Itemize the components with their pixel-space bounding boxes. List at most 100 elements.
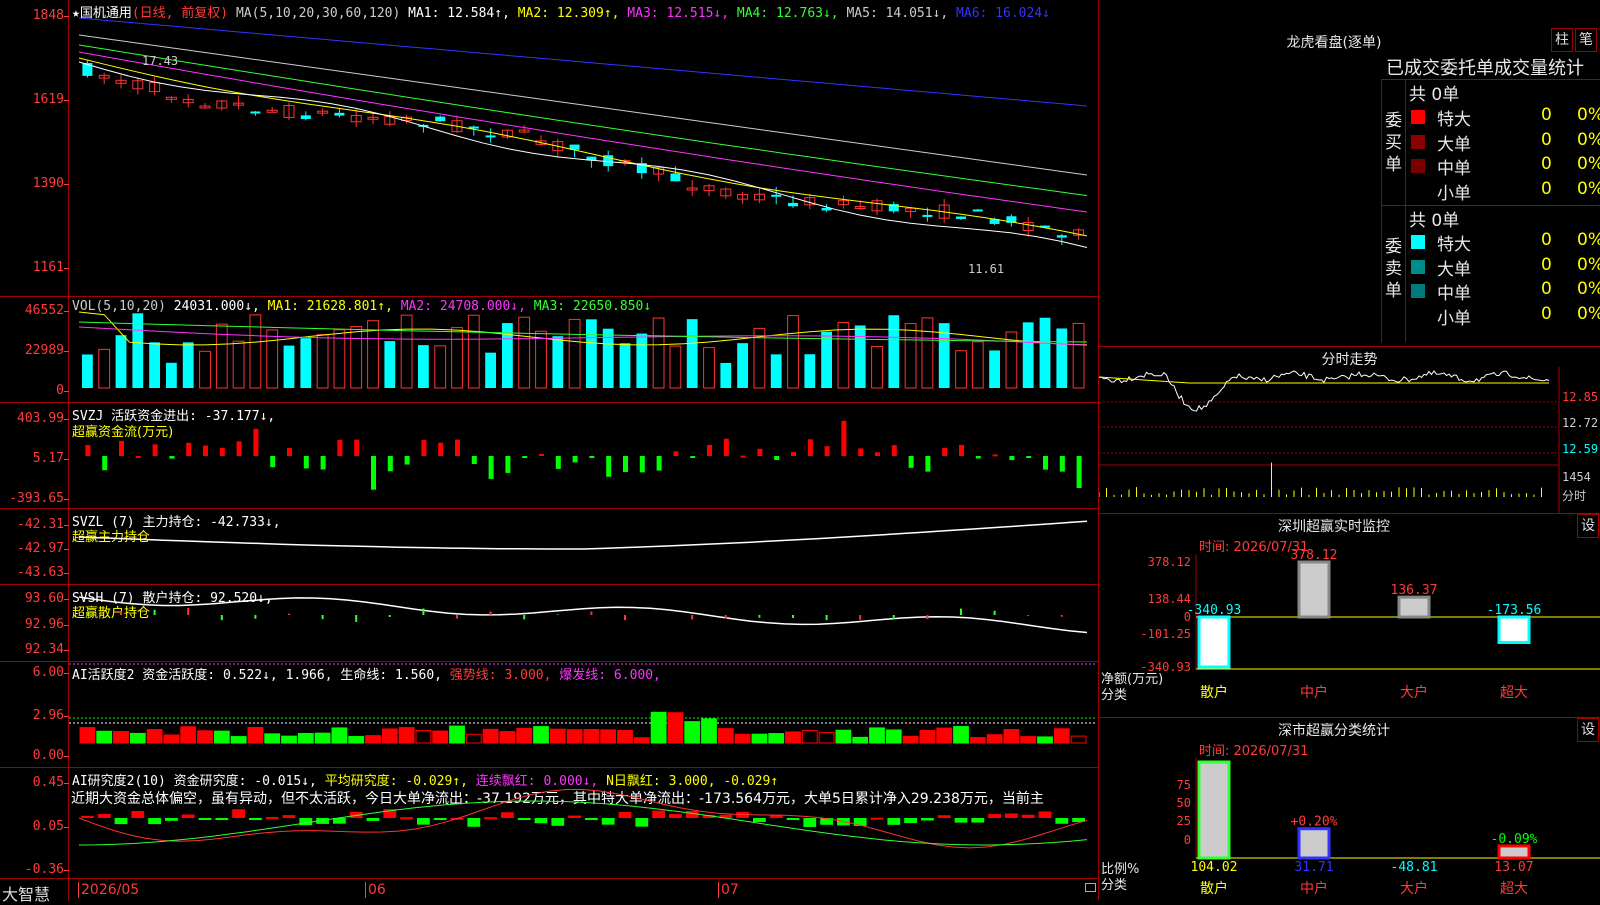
svsh-pane[interactable]: 93.60 92.96 92.34 SVSH (7) 散户持仓: 92.520↓… bbox=[0, 585, 1098, 662]
activity-bar bbox=[835, 729, 852, 744]
research-bar bbox=[568, 815, 581, 818]
classify-panel[interactable]: 深市超赢分类统计 设 时间: 2026/07/31 75 50 25 0 104.02 散… bbox=[1099, 718, 1600, 900]
fund-flow-bar bbox=[875, 452, 880, 456]
activity-bar bbox=[79, 727, 96, 744]
activity-bar bbox=[449, 725, 465, 744]
classify-value-label: -48.81 bbox=[1391, 860, 1438, 875]
fund-flow-bar bbox=[337, 439, 343, 456]
fund-flow-bar bbox=[404, 456, 410, 465]
ai-research-tick: 0.45 bbox=[32, 775, 70, 790]
fund-flow-bar bbox=[203, 445, 208, 456]
svzl-tick: -42.97 bbox=[17, 541, 69, 556]
fund-flow-bar bbox=[707, 444, 712, 456]
volume-bar bbox=[98, 348, 111, 389]
bar-mode-button[interactable]: 柱 bbox=[1551, 28, 1573, 52]
activity-bar bbox=[213, 730, 230, 744]
candlestick-pane[interactable]: 1848 1619 1390 1161 ★国机通用(日线, 前复权) MA(5,… bbox=[0, 0, 1098, 297]
volume-bar bbox=[837, 321, 850, 389]
research-bar bbox=[937, 815, 951, 818]
research-bar bbox=[585, 818, 598, 820]
research-bar bbox=[131, 810, 145, 818]
ma-line bbox=[78, 57, 1088, 237]
volume-bar bbox=[418, 345, 429, 388]
volume-chart bbox=[78, 311, 1088, 389]
volume-bar bbox=[1022, 322, 1034, 388]
realtime-monitor-panel[interactable]: 深圳超赢实时监控 设 时间: 2026/07/31 378.12 138.44 0-… bbox=[1099, 514, 1600, 718]
fund-flow-bar bbox=[925, 456, 931, 472]
fund-flow-bar bbox=[219, 447, 225, 456]
date-axis[interactable]: 大智慧 2026/05 06 07 bbox=[0, 878, 1098, 904]
volume-bar bbox=[518, 316, 531, 389]
tick-mode-button[interactable]: 笔 bbox=[1575, 28, 1597, 52]
ai-activity-tick: 2.96 bbox=[32, 708, 70, 723]
fund-flow-bar bbox=[975, 456, 981, 459]
vertical-label-char: 委 bbox=[1385, 111, 1402, 131]
buy-block bbox=[1405, 79, 1406, 205]
fund-flow-bar bbox=[774, 456, 780, 461]
fund-flow-bar bbox=[1059, 456, 1065, 472]
fund-flow-bar bbox=[119, 440, 124, 456]
activity-bar bbox=[1020, 736, 1037, 744]
volume-bar bbox=[467, 314, 480, 389]
volume-pane[interactable]: 46552 22989 0 VOL(5,10,20) 24031.000↓, M… bbox=[0, 297, 1098, 403]
candle-body bbox=[788, 202, 798, 207]
retail-holding-line bbox=[78, 596, 1088, 634]
research-bar bbox=[417, 818, 430, 825]
volume-bar bbox=[1056, 328, 1068, 388]
fund-flow-bar bbox=[606, 456, 612, 477]
classify-tick: 50 bbox=[1177, 796, 1191, 810]
activity-bar bbox=[197, 730, 213, 744]
classify-xlabel: 分类 bbox=[1101, 878, 1128, 893]
swatch bbox=[1411, 183, 1425, 198]
activity-bar bbox=[633, 737, 650, 744]
order-type-label: 特大 bbox=[1437, 235, 1471, 255]
classify-category-label: 中户 bbox=[1300, 880, 1328, 897]
intraday-panel[interactable]: 分时走势 12.85 12.72 12.59 1454 分时 bbox=[1099, 347, 1600, 514]
order-stat-row: 大单 0 0% bbox=[1409, 255, 1600, 280]
candle-body bbox=[250, 111, 261, 114]
monitor-tick: -101.25 bbox=[1140, 627, 1191, 641]
fund-flow-bar bbox=[421, 440, 427, 456]
activity-bar bbox=[919, 730, 936, 744]
ai-research-pane[interactable]: 0.45 0.05 -0.36 AI研究度2(10) 资金研究度: -0.015… bbox=[0, 768, 1098, 878]
candle-body bbox=[300, 115, 311, 120]
activity-bar bbox=[365, 735, 381, 744]
fund-flow-bar bbox=[505, 456, 511, 473]
volume-bar bbox=[804, 354, 816, 388]
volume-bar bbox=[1072, 322, 1085, 389]
vertical-label-char: 单 bbox=[1385, 281, 1402, 301]
activity-bar bbox=[163, 734, 180, 744]
monitor-value-label: 378.12 bbox=[1291, 548, 1338, 563]
volume-bar bbox=[149, 342, 160, 388]
svzl-pane[interactable]: -42.31 -42.97 -43.63 SVZL (7) 主力持仓: -42.… bbox=[0, 509, 1098, 585]
longhu-panel[interactable]: 龙虎看盘(逐单) 柱 笔 已成交委托单成交量统计 委买单 委卖单 共 0单 共 … bbox=[1099, 0, 1600, 347]
volume-bar bbox=[686, 319, 698, 388]
fund-flow-bar bbox=[236, 441, 242, 456]
date-label: 2026/05 bbox=[78, 882, 139, 898]
classify-bar bbox=[1497, 844, 1531, 860]
swatch bbox=[1411, 235, 1425, 249]
svzj-pane[interactable]: 403.99 5.17 -393.65 SVZJ 活跃资金进出: -37.177… bbox=[0, 403, 1098, 509]
research-bar bbox=[165, 818, 178, 821]
classify-category-label: 大户 bbox=[1400, 880, 1428, 897]
ai-activity-pane[interactable]: 6.00 2.96 0.00 AI活跃度2 资金活跃度: 0.522↓, 1.9… bbox=[0, 662, 1098, 768]
research-bar bbox=[652, 810, 665, 818]
candle-body bbox=[670, 173, 681, 182]
research-bar bbox=[400, 817, 413, 820]
activity-bar bbox=[869, 727, 885, 744]
research-bar bbox=[181, 814, 195, 818]
activity-bar bbox=[600, 729, 617, 744]
candle-body bbox=[1056, 235, 1067, 238]
main-holding-line bbox=[78, 520, 1088, 550]
candle-body bbox=[972, 209, 983, 212]
sell-block bbox=[1405, 206, 1406, 342]
price-tick: 1619 bbox=[32, 92, 70, 107]
lock-icon[interactable] bbox=[1085, 883, 1096, 892]
fund-flow-bar bbox=[623, 456, 628, 473]
research-bar bbox=[1038, 811, 1052, 818]
fund-flow-bar bbox=[320, 456, 326, 470]
monitor-category-label: 大户 bbox=[1400, 684, 1428, 701]
order-stat-row: 小单 0 0% bbox=[1409, 304, 1600, 329]
fund-flow-bar bbox=[1009, 456, 1015, 461]
fund-flow-bar bbox=[992, 454, 998, 457]
